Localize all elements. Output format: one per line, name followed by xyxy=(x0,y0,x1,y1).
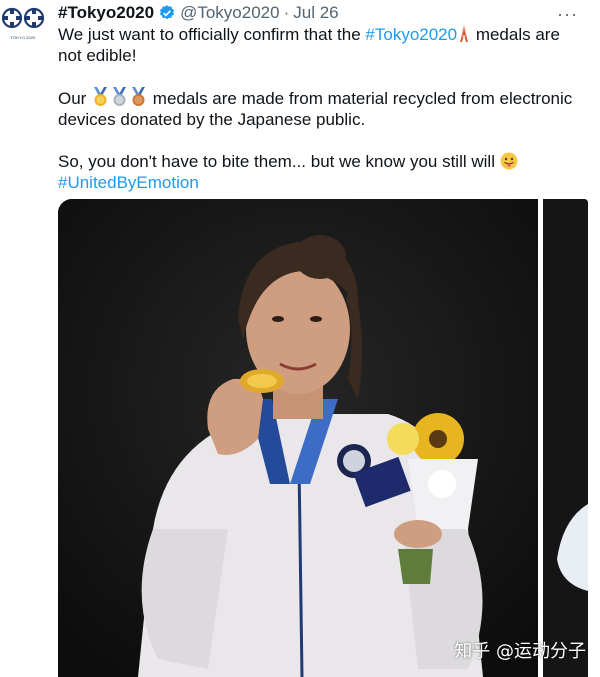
media-grid xyxy=(58,199,600,677)
athlete-photo xyxy=(58,199,538,677)
verified-badge-icon xyxy=(159,5,175,20)
separator-dot: · xyxy=(283,3,290,22)
more-dots-icon[interactable]: ··· xyxy=(557,4,578,25)
gold-medal-icon xyxy=(94,87,108,106)
tweet-date[interactable]: Jul 26 xyxy=(293,3,338,23)
tweet-text-line2-start: Our xyxy=(58,89,92,108)
tweet-text-line3: So, you don't have to bite them... but w… xyxy=(58,152,500,171)
tweet-header: #Tokyo2020 @Tokyo2020 · Jul 26 xyxy=(58,2,339,24)
hashtag-unitedbyemotion[interactable]: #UnitedByEmotion xyxy=(58,173,199,192)
avatar[interactable]: TOKYO 2020 xyxy=(0,4,46,50)
silver-medal-icon xyxy=(113,87,127,106)
athlete-photo-2 xyxy=(543,199,588,677)
tongue-out-face-icon xyxy=(500,152,518,170)
media-photo-2[interactable] xyxy=(543,199,588,677)
bronze-medal-icon xyxy=(132,87,146,106)
tweet-text-line1: We just want to officially confirm that … xyxy=(58,25,366,44)
tweet-text: We just want to officially confirm that … xyxy=(58,24,578,193)
tokyo-tower-icon xyxy=(460,25,469,42)
media-photo-1[interactable] xyxy=(58,199,538,677)
hashtag-tokyo2020[interactable]: #Tokyo2020 xyxy=(365,25,457,44)
user-handle[interactable]: @Tokyo2020 xyxy=(180,3,280,23)
display-name[interactable]: #Tokyo2020 xyxy=(58,3,154,23)
avatar-caption: TOKYO 2020 xyxy=(10,35,36,40)
tokyo-2020-emblem-icon xyxy=(1,7,45,29)
watermark: 知乎 @运动分子 xyxy=(454,641,586,662)
